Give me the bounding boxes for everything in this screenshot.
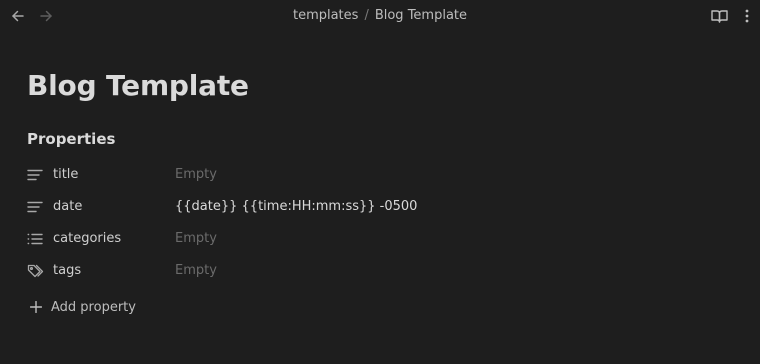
- text-lines-icon[interactable]: [27, 199, 45, 215]
- more-options-button[interactable]: [740, 8, 754, 24]
- property-value[interactable]: Empty: [175, 262, 217, 280]
- breadcrumb: templates / Blog Template: [0, 7, 760, 25]
- list-icon[interactable]: [27, 231, 45, 247]
- property-key[interactable]: tags: [53, 262, 81, 280]
- property-row-categories[interactable]: categories Empty: [27, 223, 727, 255]
- title-bar: templates / Blog Template: [0, 0, 760, 32]
- reading-view-button[interactable]: [710, 8, 728, 24]
- more-vertical-icon: [745, 9, 749, 23]
- property-value[interactable]: Empty: [175, 230, 217, 248]
- property-row-date[interactable]: date {{date}} {{time:HH:mm:ss}} -0500: [27, 191, 727, 223]
- breadcrumb-separator: /: [364, 8, 369, 23]
- properties-list: title Empty date {{date}} {{time:HH:mm:s…: [27, 159, 727, 287]
- property-key[interactable]: title: [53, 166, 78, 184]
- properties-heading[interactable]: Properties: [27, 129, 115, 149]
- breadcrumb-note[interactable]: Blog Template: [375, 8, 467, 23]
- property-key[interactable]: categories: [53, 230, 121, 248]
- breadcrumb-folder[interactable]: templates: [293, 8, 358, 23]
- property-row-title[interactable]: title Empty: [27, 159, 727, 191]
- tags-icon[interactable]: [27, 263, 45, 279]
- add-property-label: Add property: [51, 299, 136, 315]
- text-lines-icon[interactable]: [27, 167, 45, 183]
- property-key[interactable]: date: [53, 198, 82, 216]
- plus-icon: [29, 300, 43, 314]
- property-row-tags[interactable]: tags Empty: [27, 255, 727, 287]
- book-open-icon: [710, 10, 728, 23]
- add-property-button[interactable]: Add property: [29, 296, 136, 318]
- property-value[interactable]: Empty: [175, 166, 217, 184]
- property-value[interactable]: {{date}} {{time:HH:mm:ss}} -0500: [175, 198, 417, 216]
- note-title[interactable]: Blog Template: [27, 66, 249, 106]
